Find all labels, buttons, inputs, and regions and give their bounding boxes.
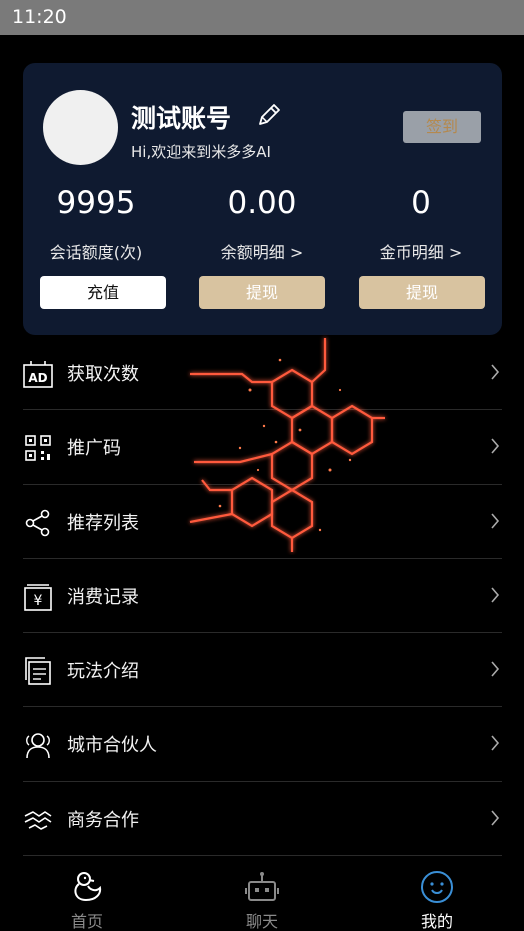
withdraw-coins-button[interactable]: 提现 [359,276,485,309]
menu-label: 获取次数 [67,364,139,385]
stat-balance[interactable]: 0.00 余额明细 > [187,181,337,263]
document-icon [25,657,51,685]
profile-icon [421,871,453,903]
avatar[interactable] [43,90,118,165]
menu-item-business-cooperation[interactable]: 商务合作 [23,782,502,857]
withdraw-balance-button[interactable]: 提现 [199,276,325,309]
menu-item-promo-code[interactable]: 推广码 [23,410,502,485]
menu-label: 推荐列表 [67,512,139,534]
username: 测试账号 [131,104,232,133]
menu-item-city-partner[interactable]: 城市合伙人 [23,707,502,782]
stat-coins[interactable]: 0 金币明细 > [346,181,496,263]
menu-label: 消费记录 [67,586,139,608]
tab-label: 聊天 [245,912,278,931]
chevron-right-icon [491,661,500,677]
menu-label: 商务合作 [67,809,139,831]
stat-label[interactable]: 金币明细 > [346,239,496,263]
menu-label: 城市合伙人 [67,735,157,757]
svg-text:AD: AD [28,371,47,385]
menu-item-spending-records[interactable]: ¥ 消费记录 [23,559,502,634]
tab-label: 我的 [420,912,453,931]
checkin-button[interactable]: 签到 [403,111,481,143]
tab-home[interactable]: 首页 [0,858,174,931]
handshake-icon [24,810,52,830]
welcome-text: Hi,欢迎来到米多多AI [131,143,271,161]
menu-label: 玩法介绍 [67,661,139,683]
people-icon [26,733,50,759]
menu-item-referral-list[interactable]: 推荐列表 [23,485,502,559]
edit-icon[interactable] [255,101,283,129]
chevron-right-icon [491,513,500,529]
receipt-icon: ¥ [24,584,52,611]
menu-item-get-quota[interactable]: AD 获取次数 [23,336,502,411]
share-icon [25,509,50,536]
stat-session-quota: 9995 会话额度(次) [21,181,171,263]
tab-mine[interactable]: 我的 [350,858,524,931]
chevron-right-icon [491,587,500,603]
duck-icon [74,872,102,902]
recharge-button[interactable]: 充值 [40,276,166,309]
tab-label: 首页 [70,912,103,931]
stat-value: 0 [411,185,431,221]
qr-code-icon [25,435,51,462]
stat-label[interactable]: 余额明细 > [187,239,337,263]
status-bar: 11:20 [0,0,524,35]
profile-card: 测试账号 Hi,欢迎来到米多多AI 签到 9995 会话额度(次) 0.00 余… [23,63,502,335]
chevron-right-icon [491,810,500,826]
svg-text:¥: ¥ [34,593,43,609]
menu-item-how-to-play[interactable]: 玩法介绍 [23,633,502,708]
status-time: 11:20 [12,6,67,28]
bottom-tab-bar: 首页 聊天 我的 [0,858,524,931]
stat-label: 会话额度(次) [49,243,143,262]
menu-list: AD 获取次数 推广码 推荐列表 ¥ 消费记录 玩法介绍 城市合伙人 商务合作 [23,336,502,857]
stat-value: 0.00 [227,185,297,221]
chevron-right-icon [491,735,500,752]
chevron-right-icon [491,364,500,380]
stat-value: 9995 [56,185,136,221]
tab-chat[interactable]: 聊天 [175,858,349,931]
menu-label: 推广码 [67,438,121,460]
ad-icon: AD [23,361,53,388]
robot-icon [245,872,279,901]
chevron-right-icon [491,438,500,454]
